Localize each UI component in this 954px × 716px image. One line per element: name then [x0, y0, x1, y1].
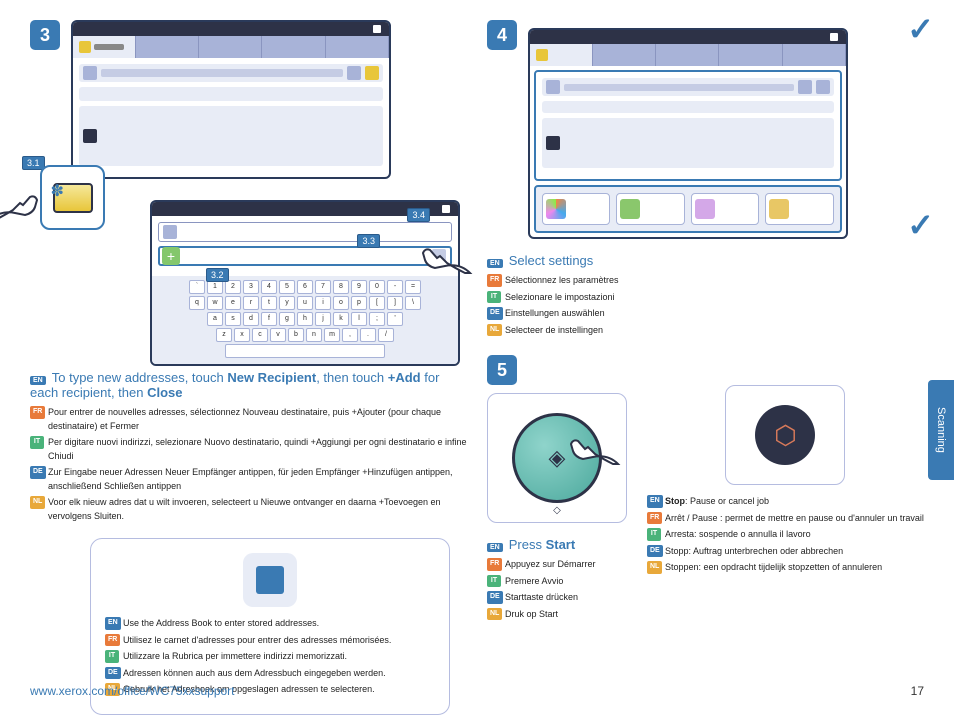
- key-x[interactable]: x: [234, 328, 250, 342]
- key-t[interactable]: t: [261, 296, 277, 310]
- key-0[interactable]: 0: [369, 280, 385, 294]
- type-icon: [695, 199, 715, 219]
- keyboard-panel: 3.4 + 3.3 3.2 `1234567890-= qwertyuiop[]…: [150, 200, 460, 366]
- key-c[interactable]: c: [252, 328, 268, 342]
- step-number-4: 4: [487, 20, 517, 50]
- step3-heading: ENTo type new addresses, touch New Recip…: [30, 370, 467, 400]
- new-recipient-popup[interactable]: [40, 165, 105, 230]
- key-z[interactable]: z: [216, 328, 232, 342]
- scan-panel-1: [71, 20, 391, 179]
- check-icon-1: ✓: [907, 10, 934, 48]
- callout-3-3: 3.3: [357, 234, 380, 248]
- key-r[interactable]: r: [243, 296, 259, 310]
- key-u[interactable]: u: [297, 296, 313, 310]
- key-j[interactable]: j: [315, 312, 331, 326]
- page-number: 17: [911, 684, 924, 698]
- key-;[interactable]: ;: [369, 312, 385, 326]
- callout-3-2: 3.2: [206, 268, 229, 282]
- key-,[interactable]: ,: [342, 328, 358, 342]
- step3-de: DEZur Eingabe neuer Adressen Neuer Empfä…: [30, 466, 467, 493]
- setting-card-type[interactable]: [691, 193, 760, 225]
- step5-heading: ENPress Start: [487, 537, 627, 552]
- stop-button[interactable]: [755, 405, 815, 465]
- sides-icon: [620, 199, 640, 219]
- key-e[interactable]: e: [225, 296, 241, 310]
- step3-nl: NLVoor elk nieuw adres dat u wilt invoer…: [30, 496, 467, 523]
- key-l[interactable]: l: [351, 312, 367, 326]
- key-8[interactable]: 8: [333, 280, 349, 294]
- key--[interactable]: -: [387, 280, 403, 294]
- key-7[interactable]: 7: [315, 280, 331, 294]
- key-b[interactable]: b: [288, 328, 304, 342]
- hand-pointer-2: [415, 238, 475, 288]
- key-d[interactable]: d: [243, 312, 259, 326]
- step-number-3: 3: [30, 20, 60, 50]
- key-n[interactable]: n: [306, 328, 322, 342]
- key-i[interactable]: i: [315, 296, 331, 310]
- new-recipient-icon: [53, 183, 93, 213]
- key-/[interactable]: /: [378, 328, 394, 342]
- add-button[interactable]: +: [162, 247, 180, 265]
- key-`[interactable]: `: [189, 280, 205, 294]
- key-m[interactable]: m: [324, 328, 340, 342]
- start-button-box: ◇: [487, 393, 627, 523]
- section-tab-scanning: Scanning: [928, 380, 954, 480]
- key-4[interactable]: 4: [261, 280, 277, 294]
- key-a[interactable]: a: [207, 312, 223, 326]
- key-g[interactable]: g: [279, 312, 295, 326]
- add-field[interactable]: +: [158, 246, 452, 266]
- key-2[interactable]: 2: [225, 280, 241, 294]
- recipient-input[interactable]: [158, 222, 452, 242]
- key-3[interactable]: 3: [243, 280, 259, 294]
- key-\[interactable]: \: [405, 296, 421, 310]
- step3-fr: FRPour entrer de nouvelles adresses, sél…: [30, 406, 467, 433]
- key-k[interactable]: k: [333, 312, 349, 326]
- onscreen-keyboard[interactable]: 3.2 `1234567890-= qwertyuiop[]\ asdfghjk…: [152, 276, 458, 364]
- key-][interactable]: ]: [387, 296, 403, 310]
- step-number-5: 5: [487, 355, 517, 385]
- key-'[interactable]: ': [387, 312, 403, 326]
- preset-icon: [769, 199, 789, 219]
- key-f[interactable]: f: [261, 312, 277, 326]
- key-[[interactable]: [: [369, 296, 385, 310]
- key-5[interactable]: 5: [279, 280, 295, 294]
- check-icon-2: ✓: [907, 206, 934, 244]
- key-6[interactable]: 6: [297, 280, 313, 294]
- key-w[interactable]: w: [207, 296, 223, 310]
- callout-3-4: 3.4: [407, 208, 430, 222]
- key-9[interactable]: 9: [351, 280, 367, 294]
- key-v[interactable]: v: [270, 328, 286, 342]
- setting-card-sides[interactable]: [616, 193, 685, 225]
- tab-main-icon: [79, 41, 91, 53]
- key-h[interactable]: h: [297, 312, 313, 326]
- hand-pointer-1: [0, 185, 45, 235]
- key-p[interactable]: p: [351, 296, 367, 310]
- settings-panel: [528, 28, 848, 239]
- step3-it: ITPer digitare nuovi indirizzi, selezion…: [30, 436, 467, 463]
- key-.[interactable]: .: [360, 328, 376, 342]
- step4-heading: ENSelect settings: [487, 253, 924, 268]
- hand-pointer-3: [563, 429, 623, 479]
- stop-button-box: [725, 385, 845, 485]
- color-icon: [546, 199, 566, 219]
- spacebar-key[interactable]: [225, 344, 385, 358]
- footer-url[interactable]: www.xerox.com/office/WC75xxsupport: [30, 684, 235, 698]
- key-o[interactable]: o: [333, 296, 349, 310]
- setting-card-preset[interactable]: [765, 193, 834, 225]
- key-1[interactable]: 1: [207, 280, 223, 294]
- key-s[interactable]: s: [225, 312, 241, 326]
- setting-card-color[interactable]: [542, 193, 611, 225]
- key-q[interactable]: q: [189, 296, 205, 310]
- key-y[interactable]: y: [279, 296, 295, 310]
- addressbook-icon: [256, 566, 284, 594]
